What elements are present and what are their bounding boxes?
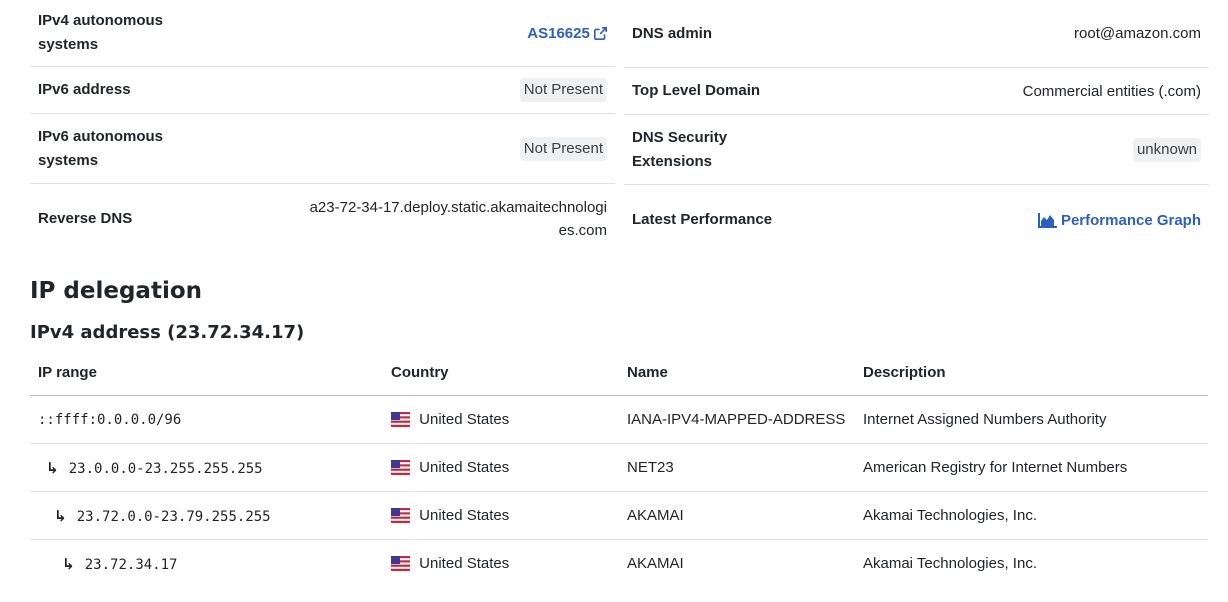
header-country: Country [383, 349, 619, 396]
row-dnssec: DNS Security Extensions unknown [624, 115, 1209, 185]
table-row: ::ffff:0.0.0.0/96 United States IANA-IPV… [30, 395, 1208, 444]
row-label: DNS Security Extensions [632, 128, 728, 170]
us-flag-icon [391, 460, 410, 475]
country-label: United States [419, 507, 510, 524]
dnssec-badge: unknown [1132, 137, 1201, 162]
performance-graph-link[interactable]: Performance Graph [1037, 211, 1201, 229]
description-cell: American Registry for Internet Numbers [855, 443, 1208, 492]
ip-range: ::ffff:0.0.0.0/96 [38, 412, 182, 428]
child-arrow-icon: ↳ [54, 507, 67, 525]
table-header-row: IP range Country Name Description [30, 349, 1208, 396]
ip-range: 23.72.34.17 [84, 556, 178, 573]
row-label: IPv4 autonomous systems [38, 12, 164, 53]
us-flag-icon [391, 508, 410, 523]
ip-range-cell: ↳ 23.72.0.0-23.79.255.255 [30, 491, 383, 540]
row-value: Not Present [519, 78, 607, 102]
us-flag-icon [391, 412, 410, 427]
row-ipv6-as: IPv6 autonomous systems Not Present [30, 114, 615, 184]
ip-range-cell: ↳ 23.0.0.0-23.255.255.255 [30, 443, 383, 492]
country-label: United States [419, 459, 510, 476]
table-row: ↳ 23.72.34.17 United States AKAMAI Akama… [30, 540, 1208, 588]
row-label: IPv6 autonomous systems [38, 127, 164, 169]
name-cell: IANA-IPV4-MAPPED-ADDRESS [619, 395, 855, 444]
dns-info-table: DNS admin root@amazon.com Top Level Doma… [624, 0, 1209, 255]
not-present-badge: Not Present [519, 136, 607, 161]
row-label: Top Level Domain [632, 82, 761, 99]
as-link-label: AS16625 [527, 24, 590, 42]
section-title: IP delegation [30, 278, 203, 304]
country-label: United States [419, 411, 510, 428]
country-label: United States [419, 555, 510, 572]
country-cell: United States [383, 443, 619, 492]
us-flag-icon [391, 556, 410, 571]
child-arrow-icon: ↳ [62, 555, 75, 573]
row-ipv4-as: IPv4 autonomous systems AS16625 [30, 0, 615, 67]
delegation-table: IP range Country Name Description ::ffff… [30, 349, 1208, 587]
row-label: Reverse DNS [38, 210, 133, 227]
area-chart-icon [1037, 213, 1057, 229]
dns-admin-value: root@amazon.com [1074, 25, 1201, 42]
external-link-icon [594, 27, 607, 41]
row-reverse-dns: Reverse DNS a23-72-34-17.deploy.static.a… [30, 184, 615, 254]
row-tld: Top Level Domain Commercial entities (.c… [624, 68, 1209, 115]
country-cell: United States [383, 395, 619, 444]
ip-range-cell: ::ffff:0.0.0.0/96 [30, 395, 383, 444]
name-cell: NET23 [619, 443, 855, 492]
header-name: Name [619, 349, 855, 396]
name-cell: AKAMAI [627, 555, 684, 572]
ip-range-cell: ↳ 23.72.34.17 [30, 540, 383, 588]
header-description: Description [855, 349, 1208, 396]
section-subtitle: IPv4 address (23.72.34.17) [30, 322, 305, 343]
ip-range: 23.0.0.0-23.255.255.255 [68, 460, 263, 477]
name-cell: AKAMAI [619, 491, 855, 540]
row-ipv6-address: IPv6 address Not Present [30, 67, 615, 114]
row-performance: Latest Performance Performance Graph [624, 185, 1209, 255]
page: IPv4 autonomous systems AS16625 IPv6 add… [0, 0, 1228, 602]
performance-graph-label: Performance Graph [1060, 211, 1201, 229]
tld-value: Commercial entities (.com) [1022, 82, 1201, 100]
ip-range: 23.72.0.0-23.79.255.255 [76, 508, 271, 525]
row-label: IPv6 address [38, 81, 131, 98]
row-label: DNS admin [632, 24, 713, 42]
row-label: Latest Performance [632, 211, 773, 228]
header-ip-range: IP range [30, 349, 383, 396]
country-cell: United States [383, 540, 619, 588]
row-value: AS16625 [527, 22, 607, 45]
ip-info-table: IPv4 autonomous systems AS16625 IPv6 add… [30, 0, 615, 254]
description-cell: Internet Assigned Numbers Authority [855, 395, 1208, 444]
country-cell: United States [383, 491, 619, 540]
table-row: ↳ 23.0.0.0-23.255.255.255 United States … [30, 443, 1208, 492]
row-value: unknown [1132, 137, 1201, 162]
description-cell: Akamai Technologies, Inc. [863, 555, 1037, 572]
row-value: Not Present [519, 136, 607, 161]
row-value: Performance Graph [1037, 209, 1201, 232]
reverse-dns-value: a23-72-34-17.deploy.static.akamaitechnol… [309, 199, 607, 239]
child-arrow-icon: ↳ [46, 459, 59, 477]
table-row: ↳ 23.72.0.0-23.79.255.255 United States … [30, 491, 1208, 540]
not-present-badge: Not Present [519, 78, 607, 102]
as-link[interactable]: AS16625 [527, 25, 607, 42]
description-cell: Akamai Technologies, Inc. [855, 491, 1208, 540]
row-dns-admin: DNS admin root@amazon.com [624, 0, 1209, 68]
